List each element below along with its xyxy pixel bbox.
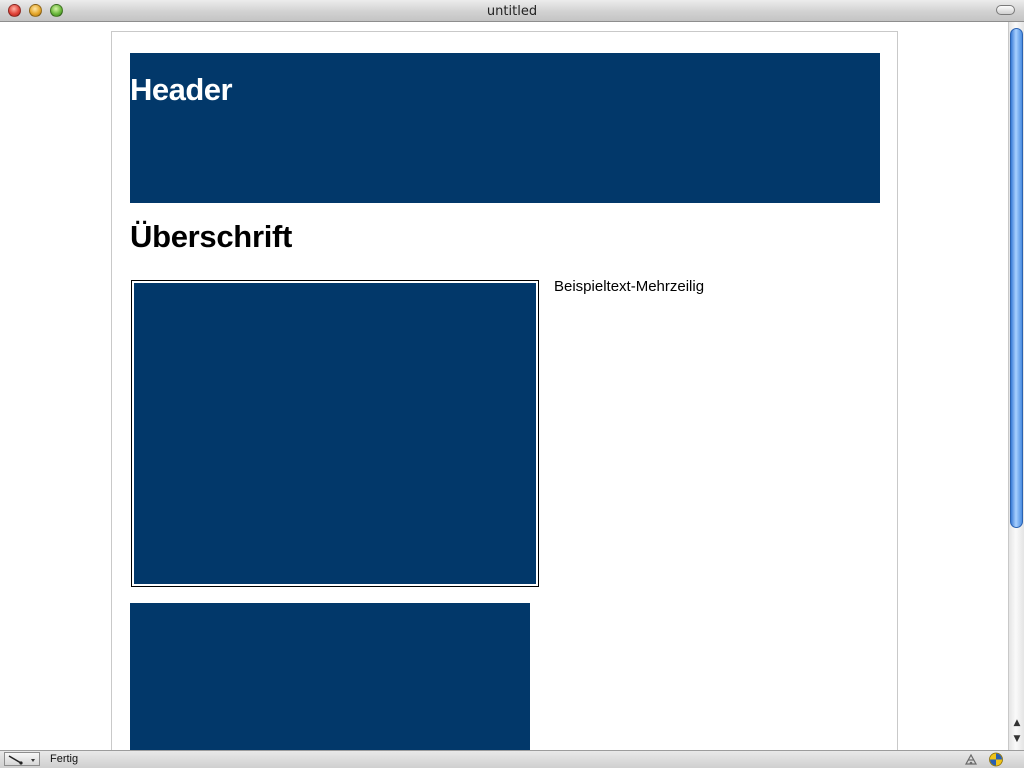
scroll-down-arrow-icon[interactable]: ▼: [1011, 732, 1023, 746]
body-text: Beispieltext-Mehrzeilig: [554, 278, 705, 295]
title-bar[interactable]: untitled: [0, 0, 1024, 22]
status-text: Fertig: [50, 753, 79, 765]
header-title: Header: [130, 72, 233, 107]
connection-icon: [963, 752, 979, 767]
page-viewport[interactable]: Header Überschrift Beispieltext-Mehrzeil…: [0, 22, 1008, 750]
page-heading: Überschrift: [130, 219, 293, 254]
scrollbar-thumb[interactable]: [1010, 28, 1023, 528]
scroll-up-arrow-icon[interactable]: ▲: [1011, 716, 1023, 730]
window-title: untitled: [486, 4, 538, 19]
image-placeholder: [131, 280, 539, 587]
content-block: [130, 603, 530, 750]
header-banner: Header: [130, 53, 880, 203]
status-bar: Fertig: [0, 750, 1024, 768]
vertical-scrollbar[interactable]: ▲ ▼: [1008, 22, 1024, 750]
image-fill: [134, 283, 536, 584]
security-icon[interactable]: [988, 752, 1004, 767]
toolbar-toggle-button[interactable]: [996, 5, 1015, 15]
pen-tool-icon[interactable]: [4, 752, 40, 766]
browser-window: untitled Header Überschrift Beispieltext…: [0, 0, 1024, 768]
